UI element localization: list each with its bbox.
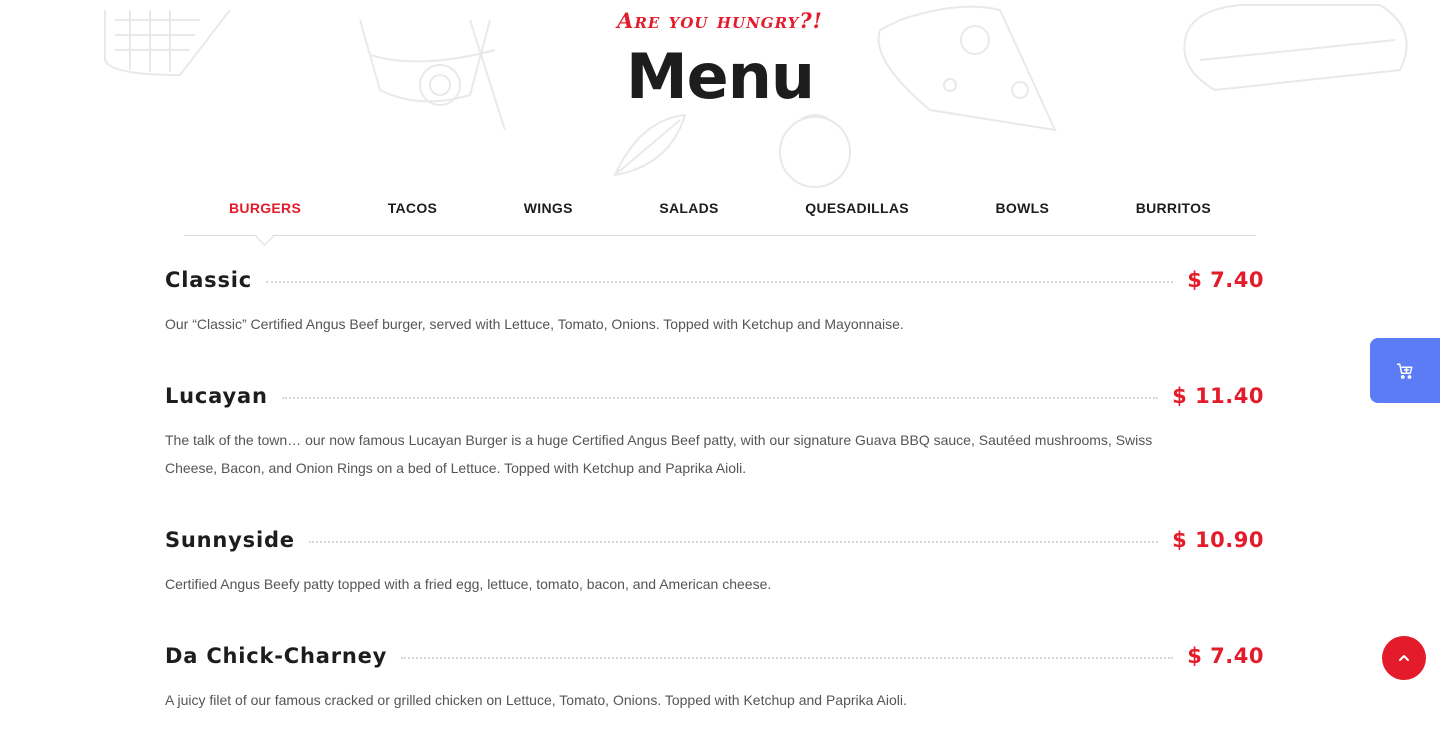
menu-item-name: Classic bbox=[165, 268, 253, 292]
menu-item-description: Certified Angus Beefy patty topped with … bbox=[165, 576, 772, 592]
menu-item-price: $ 10.90 bbox=[1172, 528, 1264, 552]
menu-item: Sunnyside $ 10.90 Certified Angus Beefy … bbox=[165, 522, 1264, 598]
menu-item-price: $ 7.40 bbox=[1187, 644, 1264, 668]
dotted-leader bbox=[266, 281, 1174, 283]
chevron-up-icon bbox=[1399, 655, 1409, 661]
menu-item-description: A juicy filet of our famous cracked or g… bbox=[165, 692, 907, 708]
scroll-to-top-button[interactable] bbox=[1382, 636, 1426, 680]
cart-add-icon bbox=[1396, 363, 1413, 379]
menu-item-description: Our “Classic” Certified Angus Beef burge… bbox=[165, 316, 904, 332]
dotted-leader bbox=[308, 541, 1159, 543]
menu-item: Lucayan $ 11.40 The talk of the town… ou… bbox=[165, 378, 1264, 482]
tab-quesadillas[interactable]: QUESADILLAS bbox=[805, 186, 909, 235]
menu-item-price: $ 7.40 bbox=[1187, 268, 1264, 292]
menu-item-name: Lucayan bbox=[165, 384, 268, 408]
tab-salads[interactable]: SALADS bbox=[659, 186, 718, 235]
tab-wings[interactable]: WINGS bbox=[524, 186, 573, 235]
menu-item-price: $ 11.40 bbox=[1172, 384, 1264, 408]
menu-item: Da Chick-Charney $ 7.40 A juicy filet of… bbox=[165, 638, 1264, 714]
tab-bowls[interactable]: BOWLS bbox=[996, 186, 1050, 235]
menu-item: Classic $ 7.40 Our “Classic” Certified A… bbox=[165, 262, 1264, 338]
tab-tacos[interactable]: TACOS bbox=[388, 186, 437, 235]
cart-button[interactable] bbox=[1370, 338, 1440, 403]
dotted-leader bbox=[401, 657, 1174, 659]
menu-item-name: Da Chick-Charney bbox=[165, 644, 388, 668]
tab-burritos[interactable]: BURRITOS bbox=[1136, 186, 1211, 235]
menu-page: Are you hungry?! Menu BURGERS TACOS WING… bbox=[0, 0, 1440, 755]
menu-item-description: The talk of the town… our now famous Luc… bbox=[165, 432, 1153, 476]
menu-category-tabs: BURGERS TACOS WINGS SALADS QUESADILLAS B… bbox=[184, 186, 1256, 236]
menu-tagline: Are you hungry?! bbox=[617, 8, 823, 33]
dotted-leader bbox=[281, 397, 1159, 399]
menu-item-name: Sunnyside bbox=[165, 528, 295, 552]
page-title: Menu bbox=[625, 40, 815, 113]
